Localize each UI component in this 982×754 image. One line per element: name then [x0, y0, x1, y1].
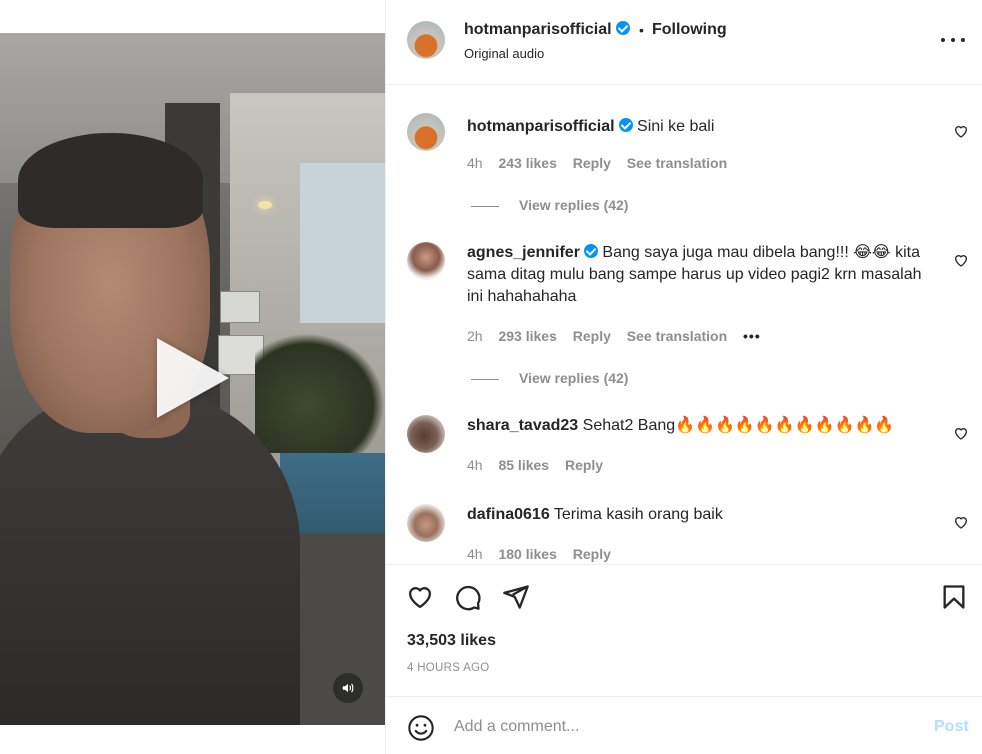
- avatar[interactable]: [407, 415, 445, 453]
- mute-button[interactable]: [333, 673, 363, 703]
- emoji-icon[interactable]: [407, 714, 435, 742]
- like-comment-heart-icon[interactable]: [953, 252, 969, 268]
- like-comment-heart-icon[interactable]: [953, 514, 969, 530]
- comment-meta: 4h 243 likes Reply See translation: [467, 155, 739, 171]
- separator-dot: •: [639, 22, 644, 38]
- username-text[interactable]: hotmanparisofficial: [464, 21, 612, 38]
- comment-meta: 2h 293 likes Reply See translation •••: [467, 328, 773, 344]
- see-translation-button[interactable]: See translation: [627, 155, 727, 171]
- post-header: hotmanparisofficial • Following Original…: [386, 0, 982, 85]
- comment-bubble-icon[interactable]: [454, 583, 482, 611]
- reply-button[interactable]: Reply: [573, 546, 611, 562]
- comment-username[interactable]: dafina0616: [467, 506, 550, 523]
- comment-text-block: shara_tavad23 Sehat2 Bang🔥🔥🔥🔥🔥🔥🔥🔥🔥🔥🔥: [467, 415, 937, 437]
- verified-badge-icon: [583, 244, 598, 258]
- view-replies-label[interactable]: View replies (42): [519, 197, 628, 213]
- audio-link[interactable]: Original audio: [464, 46, 544, 61]
- video-person-hair: [18, 133, 203, 228]
- reply-button[interactable]: Reply: [573, 155, 611, 171]
- comment-time: 4h: [467, 546, 483, 562]
- replies-divider: [471, 378, 499, 380]
- comment-body: Sini ke bali: [637, 118, 715, 135]
- comment-username[interactable]: shara_tavad23: [467, 417, 578, 434]
- view-replies-button[interactable]: View replies (42): [471, 197, 628, 213]
- video-person-body: [0, 393, 300, 725]
- comment-username[interactable]: hotmanparisofficial: [467, 118, 615, 135]
- like-comment-heart-icon[interactable]: [953, 123, 969, 139]
- share-paper-plane-icon[interactable]: [502, 583, 530, 611]
- view-replies-label[interactable]: View replies (42): [519, 370, 628, 386]
- post-side-pane: hotmanparisofficial • Following Original…: [385, 0, 982, 754]
- verified-badge-icon: [618, 118, 633, 132]
- save-bookmark-icon[interactable]: [940, 583, 968, 611]
- replies-divider: [471, 205, 499, 207]
- post-timestamp[interactable]: 4 HOURS AGO: [407, 662, 490, 674]
- comment-input[interactable]: [454, 713, 924, 741]
- comment-body: Terima kasih orang baik: [553, 506, 723, 523]
- comments-list[interactable]: hotmanparisofficial Sini ke bali 4h 243 …: [386, 86, 982, 564]
- comment-text-block: agnes_jennifer Bang saya juga mau dibela…: [467, 242, 937, 308]
- comment-time: 4h: [467, 155, 483, 171]
- video-sky: [300, 163, 385, 323]
- avatar[interactable]: [407, 21, 445, 59]
- reply-button[interactable]: Reply: [565, 457, 603, 473]
- comment-text-block: hotmanparisofficial Sini ke bali: [467, 116, 937, 138]
- like-heart-icon[interactable]: [406, 583, 434, 611]
- more-options-icon[interactable]: [938, 32, 968, 48]
- comment-box: Post: [386, 696, 982, 754]
- video-plants: [255, 333, 385, 453]
- avatar[interactable]: [407, 113, 445, 151]
- comment-likes[interactable]: 243 likes: [498, 155, 556, 171]
- view-replies-button[interactable]: View replies (42): [471, 370, 628, 386]
- play-button[interactable]: [157, 338, 229, 418]
- comment-meta: 4h 85 likes Reply: [467, 457, 615, 473]
- post-actions: 33,503 likes 4 HOURS AGO: [386, 564, 982, 696]
- comment-more-icon[interactable]: •••: [743, 328, 761, 344]
- avatar[interactable]: [407, 504, 445, 542]
- verified-badge-icon: [615, 21, 630, 35]
- comment-likes[interactable]: 85 likes: [498, 457, 549, 473]
- comment-likes[interactable]: 180 likes: [498, 546, 556, 562]
- comment-meta: 4h 180 likes Reply: [467, 546, 623, 562]
- comment-username[interactable]: agnes_jennifer: [467, 244, 580, 261]
- comment-body: Sehat2 Bang🔥🔥🔥🔥🔥🔥🔥🔥🔥🔥🔥: [582, 417, 895, 434]
- following-button[interactable]: Following: [652, 21, 727, 39]
- like-comment-heart-icon[interactable]: [953, 425, 969, 441]
- header-username[interactable]: hotmanparisofficial: [464, 21, 630, 39]
- post-button[interactable]: Post: [934, 718, 969, 736]
- avatar[interactable]: [407, 242, 445, 280]
- comment-text-block: dafina0616 Terima kasih orang baik: [467, 504, 937, 526]
- reply-button[interactable]: Reply: [573, 328, 611, 344]
- video-lamp: [258, 201, 272, 209]
- speaker-icon: [342, 683, 354, 693]
- see-translation-button[interactable]: See translation: [627, 328, 727, 344]
- comment-time: 2h: [467, 328, 483, 344]
- likes-count[interactable]: 33,503 likes: [407, 632, 496, 650]
- comment-likes[interactable]: 293 likes: [498, 328, 556, 344]
- video-ac-unit: [220, 291, 260, 323]
- comment-time: 4h: [467, 457, 483, 473]
- video-pane: [0, 0, 385, 754]
